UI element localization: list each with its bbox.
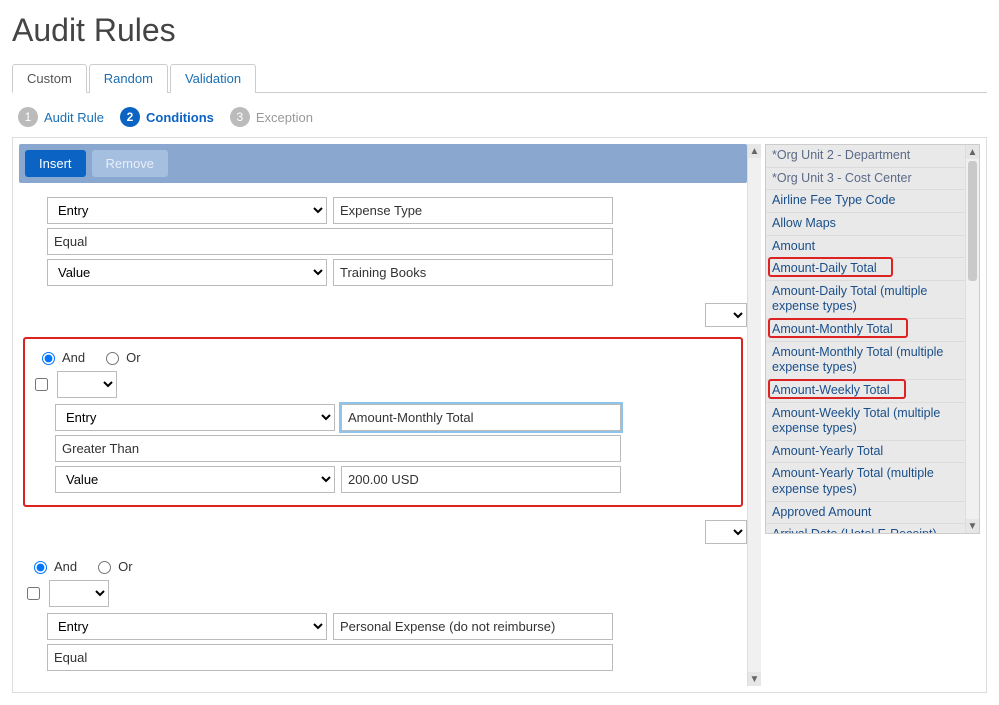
radio-label: Or bbox=[126, 350, 140, 365]
scroll-up-icon[interactable]: ▲ bbox=[748, 144, 761, 158]
and-or-row: And Or bbox=[31, 345, 735, 371]
highlight-box bbox=[768, 257, 893, 277]
close-paren-select[interactable] bbox=[705, 520, 747, 544]
and-radio-input[interactable] bbox=[42, 352, 55, 365]
operator-field[interactable]: Equal bbox=[47, 228, 613, 255]
paren-select[interactable] bbox=[49, 580, 109, 607]
condition-row: Greater Than bbox=[55, 435, 735, 462]
condition-block: And Or EntryAmount-Monthly Total Greater Th… bbox=[19, 333, 747, 518]
scroll-up-icon[interactable]: ▲ bbox=[966, 145, 979, 159]
operator-field[interactable]: Equal bbox=[47, 644, 613, 671]
insert-button[interactable]: Insert bbox=[25, 150, 86, 177]
source-select[interactable]: Value bbox=[55, 466, 335, 493]
step-number-icon: 1 bbox=[18, 107, 38, 127]
step-audit-rule[interactable]: 1 Audit Rule bbox=[18, 107, 104, 127]
condition-row: EntryAmount-Monthly Total bbox=[55, 404, 735, 431]
source-select[interactable]: Entry bbox=[47, 613, 327, 640]
close-paren-row bbox=[19, 520, 747, 544]
field-list-item[interactable]: Amount-Monthly Total (multiple expense t… bbox=[766, 342, 965, 380]
or-radio[interactable]: Or bbox=[101, 349, 140, 365]
step-label: Audit Rule bbox=[44, 110, 104, 125]
tab-validation[interactable]: Validation bbox=[170, 64, 256, 93]
source-select[interactable]: Value bbox=[47, 259, 327, 286]
field-list-item[interactable]: Airline Fee Type Code bbox=[766, 190, 965, 213]
radio-label: And bbox=[62, 350, 85, 365]
close-paren-select[interactable] bbox=[705, 303, 747, 327]
radio-label: Or bbox=[118, 559, 132, 574]
paren-row bbox=[23, 580, 743, 607]
close-paren-row bbox=[19, 303, 747, 327]
field-list-item[interactable]: Amount-Monthly Total bbox=[766, 319, 965, 342]
operator-field[interactable]: Greater Than bbox=[55, 435, 621, 462]
tab-random[interactable]: Random bbox=[89, 64, 168, 93]
scroll-down-icon[interactable]: ▼ bbox=[966, 519, 979, 533]
condition-row: Equal bbox=[47, 644, 743, 671]
condition-block: EntryExpense Type Equal ValueTraining Book… bbox=[19, 189, 747, 301]
condition-block: And Or EntryPersonal Expense (do not reimb… bbox=[19, 550, 747, 686]
condition-row: EntryPersonal Expense (do not reimburse) bbox=[47, 613, 743, 640]
value-field[interactable]: Personal Expense (do not reimburse) bbox=[333, 613, 613, 640]
step-number-icon: 3 bbox=[230, 107, 250, 127]
and-or-row: And Or bbox=[23, 554, 743, 580]
highlight-box bbox=[768, 379, 906, 399]
step-label: Conditions bbox=[146, 110, 214, 125]
toolbar: Insert Remove bbox=[19, 144, 747, 183]
and-radio-input[interactable] bbox=[34, 561, 47, 574]
conditions-panel: Insert Remove EntryExpense TypeEqualValu… bbox=[19, 144, 759, 686]
scrollbar-left[interactable]: ▲ ▼ bbox=[747, 144, 761, 686]
field-list-item[interactable]: Amount bbox=[766, 236, 965, 259]
radio-label: And bbox=[54, 559, 77, 574]
tab-custom[interactable]: Custom bbox=[12, 64, 87, 93]
or-radio-input[interactable] bbox=[106, 352, 119, 365]
source-select[interactable]: Entry bbox=[55, 404, 335, 431]
condition-row: EntryExpense Type bbox=[47, 197, 743, 224]
field-list-item[interactable]: Amount-Yearly Total (multiple expense ty… bbox=[766, 463, 965, 501]
step-number-icon: 2 bbox=[120, 107, 140, 127]
field-list-item[interactable]: Amount-Weekly Total (multiple expense ty… bbox=[766, 403, 965, 441]
source-select[interactable]: Entry bbox=[47, 197, 327, 224]
field-list-item[interactable]: Allow Maps bbox=[766, 213, 965, 236]
field-list-item[interactable]: Amount-Weekly Total bbox=[766, 380, 965, 403]
field-list-item[interactable]: *Org Unit 3 - Cost Center bbox=[766, 168, 965, 191]
or-radio-input[interactable] bbox=[98, 561, 111, 574]
field-list-item[interactable]: Amount-Daily Total (multiple expense typ… bbox=[766, 281, 965, 319]
paren-row bbox=[31, 371, 735, 398]
row-checkbox[interactable] bbox=[27, 587, 40, 600]
field-list-item[interactable]: Arrival Date (Hotel E-Receipt) bbox=[766, 524, 965, 533]
or-radio[interactable]: Or bbox=[93, 558, 132, 574]
step-label: Exception bbox=[256, 110, 313, 125]
scrollbar-right[interactable]: ▲ ▼ bbox=[965, 145, 979, 533]
remove-button: Remove bbox=[92, 150, 168, 177]
step-conditions[interactable]: 2 Conditions bbox=[120, 107, 214, 127]
page-title: Audit Rules bbox=[12, 12, 987, 49]
condition-row: Equal bbox=[47, 228, 743, 255]
field-list-panel: *Org Unit 2 - Department*Org Unit 3 - Co… bbox=[765, 144, 980, 534]
condition-row: Value200.00 USD bbox=[55, 466, 735, 493]
row-checkbox[interactable] bbox=[35, 378, 48, 391]
scroll-thumb[interactable] bbox=[968, 161, 977, 281]
and-radio[interactable]: And bbox=[29, 558, 77, 574]
paren-select[interactable] bbox=[57, 371, 117, 398]
value-field[interactable]: Amount-Monthly Total bbox=[341, 404, 621, 431]
highlight-box bbox=[768, 318, 908, 338]
scroll-down-icon[interactable]: ▼ bbox=[748, 672, 761, 686]
field-list-item[interactable]: *Org Unit 2 - Department bbox=[766, 145, 965, 168]
highlighted-block: And Or EntryAmount-Monthly Total Greater Th… bbox=[23, 337, 743, 507]
and-radio[interactable]: And bbox=[37, 349, 85, 365]
field-list-item[interactable]: Amount-Yearly Total bbox=[766, 441, 965, 464]
condition-row: ValueTraining Books bbox=[47, 259, 743, 286]
tabs-bar: CustomRandomValidation bbox=[12, 63, 987, 93]
value-field[interactable]: Expense Type bbox=[333, 197, 613, 224]
field-list-item[interactable]: Approved Amount bbox=[766, 502, 965, 525]
workarea: Insert Remove EntryExpense TypeEqualValu… bbox=[12, 137, 987, 693]
value-field[interactable]: 200.00 USD bbox=[341, 466, 621, 493]
step-exception: 3 Exception bbox=[230, 107, 313, 127]
field-list-item[interactable]: Amount-Daily Total bbox=[766, 258, 965, 281]
steps-bar: 1 Audit Rule 2 Conditions 3 Exception bbox=[12, 103, 987, 137]
value-field[interactable]: Training Books bbox=[333, 259, 613, 286]
